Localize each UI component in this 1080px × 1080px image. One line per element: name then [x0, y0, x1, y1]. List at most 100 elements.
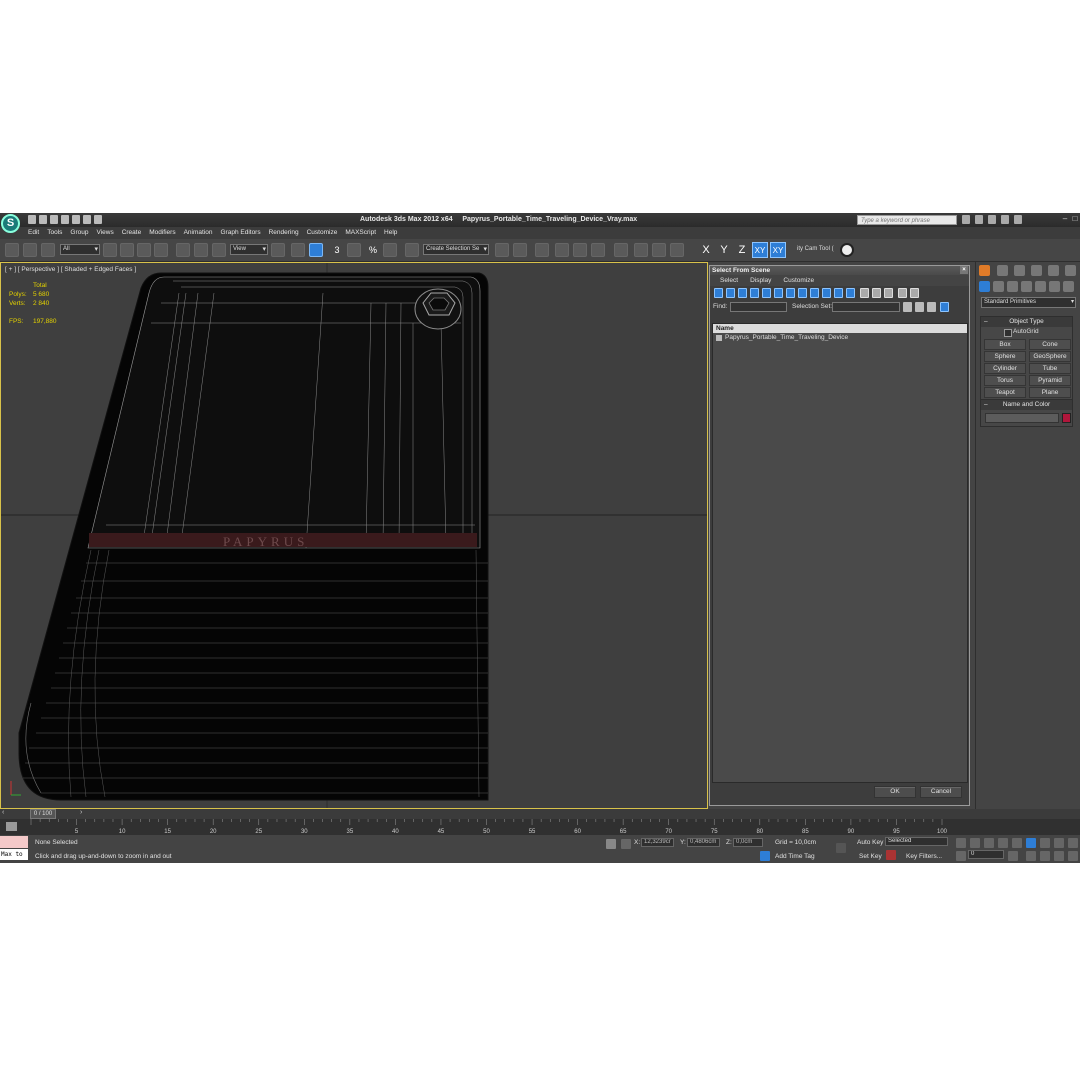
orbit-icon[interactable]: [1054, 851, 1064, 861]
menu-graph-editors[interactable]: Graph Editors: [221, 227, 261, 239]
slider-next-icon[interactable]: ›: [80, 809, 82, 816]
menu-views[interactable]: Views: [96, 227, 113, 239]
menu-group[interactable]: Group: [70, 227, 88, 239]
axis-z-button[interactable]: Z: [734, 242, 750, 258]
geosphere-button[interactable]: GeoSphere: [1029, 351, 1071, 362]
align-icon[interactable]: [513, 243, 527, 257]
torus-button[interactable]: Torus: [984, 375, 1026, 386]
application-logo-button[interactable]: S: [1, 214, 20, 233]
slider-prev-icon[interactable]: ‹: [2, 809, 4, 816]
viewport-label-menu[interactable]: [ + ] [ Perspective ] [ Shaded + Edged F…: [5, 266, 136, 273]
sync-selection-icon[interactable]: [898, 288, 907, 298]
previous-frame-icon[interactable]: [970, 838, 980, 848]
maximize-icon[interactable]: □: [1070, 213, 1080, 225]
display-bones-icon[interactable]: [810, 288, 819, 298]
tools-icon[interactable]: [988, 215, 996, 224]
plane-button[interactable]: Plane: [1029, 387, 1071, 398]
pivot-center-icon[interactable]: [271, 243, 285, 257]
teapot-button[interactable]: Teapot: [984, 387, 1026, 398]
menu-modifiers[interactable]: Modifiers: [149, 227, 175, 239]
modify-tab-icon[interactable]: [997, 265, 1008, 276]
axis-xy-button[interactable]: XY: [752, 242, 768, 258]
hierarchy-tab-icon[interactable]: [1014, 265, 1025, 276]
mirror-icon[interactable]: [495, 243, 509, 257]
menu-edit[interactable]: Edit: [28, 227, 39, 239]
axis-y-button[interactable]: Y: [716, 242, 732, 258]
undo-icon[interactable]: [61, 215, 69, 224]
add-to-set-icon[interactable]: [927, 302, 936, 312]
dialog-menu-display[interactable]: Display: [750, 275, 771, 286]
layer-manager-icon[interactable]: [535, 243, 549, 257]
key-mode-select[interactable]: Selected: [885, 837, 948, 846]
named-selection-set-select[interactable]: Create Selection Se: [423, 244, 489, 255]
percent-snap-button[interactable]: %: [365, 242, 381, 258]
display-helpers-icon[interactable]: [762, 288, 771, 298]
ok-button[interactable]: OK: [874, 786, 916, 798]
shapes-icon[interactable]: [993, 281, 1004, 292]
absolute-mode-icon[interactable]: [621, 839, 631, 849]
keyboard-shortcut-override-icon[interactable]: [309, 243, 323, 257]
menu-create[interactable]: Create: [122, 227, 142, 239]
redo-icon[interactable]: [72, 215, 80, 224]
zoom-extents-icon[interactable]: [1054, 838, 1064, 848]
time-slider[interactable]: ‹ 0 / 100 ›: [0, 809, 1080, 819]
display-frozen-icon[interactable]: [834, 288, 843, 298]
axis-x-button[interactable]: X: [698, 242, 714, 258]
unlink-icon[interactable]: [23, 243, 37, 257]
move-icon[interactable]: [176, 243, 190, 257]
rotate-icon[interactable]: [194, 243, 208, 257]
space-warps-icon[interactable]: [1049, 281, 1060, 292]
current-frame-field[interactable]: 0: [968, 850, 1004, 859]
menu-rendering[interactable]: Rendering: [269, 227, 299, 239]
display-tab-icon[interactable]: [1048, 265, 1059, 276]
help-search-input[interactable]: Type a keyword or phrase: [857, 215, 957, 225]
go-to-end-icon[interactable]: [1012, 838, 1022, 848]
link-icon[interactable]: [5, 243, 19, 257]
dialog-menu-select[interactable]: Select: [720, 275, 738, 286]
minimize-icon[interactable]: –: [1060, 213, 1070, 225]
cylinder-button[interactable]: Cylinder: [984, 363, 1026, 374]
window-crossing-icon[interactable]: [154, 243, 168, 257]
binoculars-icon[interactable]: [962, 215, 970, 224]
dialog-title-bar[interactable]: Select From Scene ×: [710, 266, 969, 275]
pyramid-button[interactable]: Pyramid: [1029, 375, 1071, 386]
select-object-icon[interactable]: [103, 243, 117, 257]
pan-view-icon[interactable]: [1040, 851, 1050, 861]
select-manipulate-icon[interactable]: [291, 243, 305, 257]
lock-selection-icon[interactable]: [606, 839, 616, 849]
cameras-icon[interactable]: [1021, 281, 1032, 292]
create-selection-set-icon[interactable]: [903, 302, 912, 312]
curve-editor-icon[interactable]: [573, 243, 587, 257]
schematic-view-icon[interactable]: [591, 243, 605, 257]
field-of-view-icon[interactable]: [1026, 851, 1036, 861]
remove-selection-set-icon[interactable]: [915, 302, 924, 312]
key-filters-button[interactable]: Key Filters...: [906, 853, 942, 860]
display-space-warps-icon[interactable]: [774, 288, 783, 298]
maximize-viewport-icon[interactable]: [1068, 851, 1078, 861]
timeline-track[interactable]: 5 10 15 20 25 30 35 40 45 50 55 60 65 70 75 80 85 90 95 100: [0, 819, 1080, 835]
systems-icon[interactable]: [1063, 281, 1074, 292]
menu-animation[interactable]: Animation: [184, 227, 213, 239]
camera-tool-icon[interactable]: [840, 243, 854, 257]
go-to-start-icon[interactable]: [956, 838, 966, 848]
add-time-tag[interactable]: Add Time Tag: [775, 853, 815, 860]
object-name-input[interactable]: [985, 413, 1059, 423]
maxscript-listener-top[interactable]: [0, 836, 28, 848]
new-file-icon[interactable]: [28, 215, 36, 224]
next-frame-icon[interactable]: [998, 838, 1008, 848]
menu-maxscript[interactable]: MAXScript: [345, 227, 376, 239]
display-xrefs-icon[interactable]: [798, 288, 807, 298]
close-icon[interactable]: ×: [960, 266, 968, 274]
angle-snap-icon[interactable]: [347, 243, 361, 257]
menu-tools[interactable]: Tools: [47, 227, 62, 239]
play-icon[interactable]: [984, 838, 994, 848]
time-tag-icon[interactable]: [760, 851, 770, 861]
display-none-icon[interactable]: [872, 288, 881, 298]
selection-set-select[interactable]: [832, 302, 900, 312]
star-icon[interactable]: [1001, 215, 1009, 224]
spinner-snap-icon[interactable]: [383, 243, 397, 257]
autogrid-checkbox[interactable]: AutoGrid: [981, 327, 1072, 337]
bind-space-warp-icon[interactable]: [41, 243, 55, 257]
help-icon[interactable]: [1014, 215, 1022, 224]
reference-coord-select[interactable]: View: [230, 244, 268, 255]
